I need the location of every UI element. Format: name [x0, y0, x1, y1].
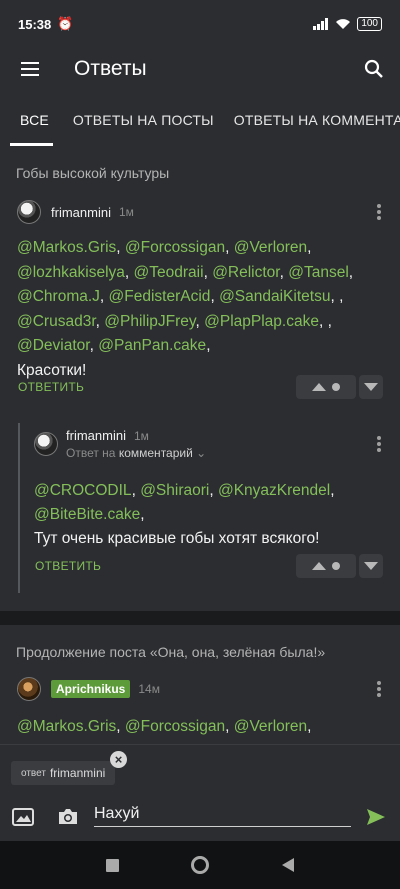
mention[interactable]: @Tansel: [288, 264, 349, 281]
post-title[interactable]: Продолжение поста «Она, она, зелёная был…: [0, 625, 400, 667]
mention[interactable]: @Deviator: [17, 337, 90, 354]
post-card: Гобы высокой культуры frimanmini 1м @Mar…: [0, 146, 400, 611]
reply-time: 1м: [133, 428, 149, 443]
mention[interactable]: @PanPan.cake: [98, 337, 206, 354]
mention[interactable]: @BiteBite.cake: [34, 506, 140, 523]
mention[interactable]: @Markos.Gris: [17, 239, 116, 256]
page-title: Ответы: [74, 57, 147, 80]
comment-body: @Markos.Gris, @Forcossigan, @Verloren,: [17, 718, 312, 735]
post-card: Продолжение поста «Она, она, зелёная был…: [0, 625, 400, 744]
recent-apps-button[interactable]: [106, 858, 120, 872]
reply-author[interactable]: frimanmini: [66, 428, 126, 443]
comment-body: @Markos.Gris, @Forcossigan, @Verloren, @…: [0, 225, 400, 379]
rating-dot-icon: [332, 562, 340, 570]
hamburger-icon: [21, 62, 39, 76]
comment-time: 1м: [118, 205, 134, 219]
signal-icon: [313, 18, 329, 30]
comment-header: frimanmini 1м: [0, 199, 400, 225]
more-options-icon[interactable]: [376, 202, 382, 222]
mention[interactable]: @Forcossigan: [125, 718, 225, 735]
mention[interactable]: @Markos.Gris: [17, 718, 116, 735]
reply-text: Тут очень красивые гобы хотят всякого!: [34, 530, 320, 547]
alarm-icon: ⏰: [57, 16, 74, 31]
composer-input-row: [0, 803, 400, 835]
tab-comment-replies[interactable]: ОТВЕТЫ НА КОММЕНТАР: [224, 90, 400, 146]
home-button[interactable]: [191, 856, 210, 874]
upvote-button[interactable]: [296, 375, 356, 399]
battery-icon: 100: [357, 17, 382, 31]
arrow-down-icon: [364, 562, 378, 570]
reply-to-target: комментарий: [118, 446, 193, 460]
more-options-icon[interactable]: [376, 434, 382, 454]
camera-icon[interactable]: [57, 807, 79, 826]
arrow-up-icon: [312, 383, 326, 391]
mention[interactable]: @SandaiKitetsu: [219, 288, 330, 305]
reply-to-info[interactable]: Ответ на комментарий ⌄: [66, 446, 206, 460]
divider: [0, 611, 400, 625]
comment-author-badge[interactable]: Aprichnikus: [51, 680, 131, 698]
mention[interactable]: @KnyazKrendel: [218, 482, 330, 499]
send-icon[interactable]: [366, 808, 386, 826]
nested-reply: frimanmini 1м Ответ на комментарий ⌄ @CR…: [0, 428, 400, 578]
wifi-icon: [336, 19, 351, 29]
reply-chip-user: frimanmini: [49, 766, 106, 780]
avatar[interactable]: [17, 677, 41, 701]
reply-chip-prefix: ответ: [21, 767, 46, 779]
feed[interactable]: Гобы высокой культуры frimanmini 1м @Mar…: [0, 146, 400, 744]
downvote-button[interactable]: [359, 375, 383, 399]
search-icon: [364, 59, 383, 78]
more-options-icon[interactable]: [376, 679, 382, 699]
mention[interactable]: @CROCODIL: [34, 482, 132, 499]
reply-to-prefix: Ответ на: [66, 446, 116, 460]
mention[interactable]: @Relictor: [212, 264, 279, 281]
mention[interactable]: @lozhkakiselya: [17, 264, 125, 281]
tab-post-replies[interactable]: ОТВЕТЫ НА ПОСТЫ: [63, 90, 224, 146]
reply-header: frimanmini 1м Ответ на комментарий ⌄: [0, 428, 400, 460]
mention[interactable]: @Teodraii: [134, 264, 204, 281]
reply-body: @CROCODIL, @Shiraori, @KnyazKrendel, @Bi…: [0, 457, 400, 547]
mention[interactable]: @PlapPlap.cake: [204, 313, 319, 330]
status-time: 15:38: [18, 16, 52, 32]
comment-composer: ответ frimanmini ×: [0, 744, 400, 841]
arrow-up-icon: [312, 562, 326, 570]
status-icons: 100: [313, 17, 382, 31]
mention[interactable]: @Verloren: [234, 239, 307, 256]
comment-input[interactable]: [94, 805, 351, 827]
post-title[interactable]: Гобы высокой культуры: [0, 146, 400, 188]
rating-dot-icon: [332, 383, 340, 391]
status-bar: 15:38 ⏰ 100: [0, 0, 400, 48]
mention[interactable]: @PhilipJFrey: [104, 313, 195, 330]
arrow-down-icon: [364, 383, 378, 391]
mention[interactable]: @Verloren: [234, 718, 307, 735]
mention[interactable]: @Shiraori: [140, 482, 209, 499]
avatar[interactable]: [34, 432, 58, 456]
avatar[interactable]: [17, 200, 41, 224]
downvote-button[interactable]: [359, 554, 383, 578]
search-button[interactable]: [348, 59, 400, 79]
app-bar: Ответы: [0, 48, 400, 90]
mention[interactable]: @Crusad3r: [17, 313, 96, 330]
reply-actions: ОТВЕТИТЬ: [0, 554, 400, 578]
vote-controls: [296, 375, 383, 399]
menu-button[interactable]: [0, 62, 60, 76]
upvote-button[interactable]: [296, 554, 356, 578]
vote-controls: [296, 554, 383, 578]
reply-button[interactable]: ОТВЕТИТЬ: [35, 559, 101, 573]
comment-time: 14м: [138, 682, 160, 696]
mention[interactable]: @Forcossigan: [125, 239, 225, 256]
chevron-down-icon: ⌄: [196, 446, 207, 460]
mention[interactable]: @Chroma.J: [17, 288, 100, 305]
system-nav-bar: [0, 841, 400, 889]
back-button[interactable]: [281, 858, 294, 872]
reply-button[interactable]: ОТВЕТИТЬ: [18, 380, 84, 394]
reply-chip[interactable]: ответ frimanmini: [11, 761, 116, 785]
image-icon[interactable]: [12, 808, 34, 826]
comment-header: Aprichnikus 14м: [0, 676, 400, 702]
close-icon[interactable]: ×: [110, 751, 127, 768]
tab-all[interactable]: ВСЕ: [0, 90, 63, 146]
comment-author[interactable]: frimanmini: [51, 205, 111, 220]
comment-actions: ОТВЕТИТЬ: [0, 375, 400, 399]
mention[interactable]: @FedisterAcid: [109, 288, 211, 305]
tab-bar: ВСЕ ОТВЕТЫ НА ПОСТЫ ОТВЕТЫ НА КОММЕНТАР: [0, 90, 400, 146]
